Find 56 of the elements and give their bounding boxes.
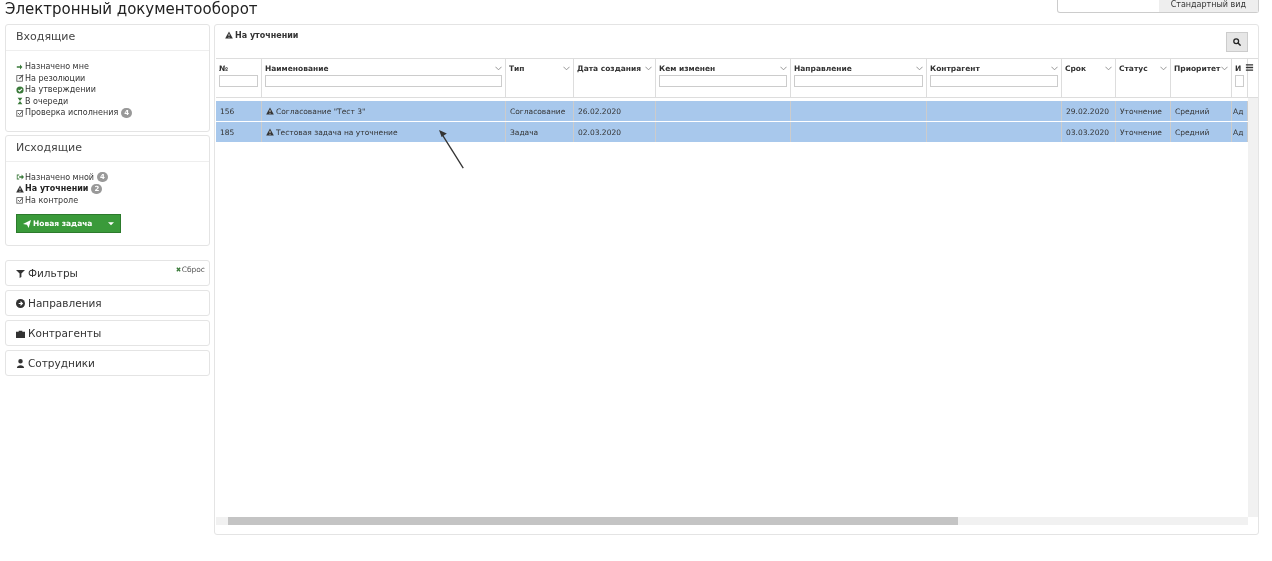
filter-field[interactable] (794, 75, 923, 87)
collapsible-panel[interactable]: Направления (5, 290, 210, 316)
menu-icon[interactable] (1245, 63, 1254, 72)
item-icon (16, 108, 24, 117)
sidebar-link[interactable]: В очереди (25, 96, 69, 106)
item-icon (16, 173, 24, 182)
filter-field[interactable] (265, 75, 502, 87)
item-icon (16, 62, 24, 71)
warning-icon (266, 107, 274, 115)
search-icon (1233, 38, 1241, 46)
standard-view-button[interactable]: Стандартный вид (1158, 0, 1258, 12)
sidebar-link[interactable]: Назначено мне (25, 62, 89, 72)
collapsible-panel[interactable]: Контрагенты (5, 320, 210, 346)
item-icon (16, 196, 24, 205)
warning-icon (225, 31, 233, 39)
sidebar-link[interactable]: На уточнении (25, 184, 89, 194)
chevron-icon[interactable] (563, 65, 570, 71)
chevron-icon[interactable] (916, 65, 923, 71)
item-icon (16, 74, 24, 83)
chevron-icon[interactable] (1105, 65, 1112, 71)
sidebar-link[interactable]: Проверка исполнения (25, 108, 119, 118)
horizontal-scrollbar[interactable] (216, 517, 1248, 525)
section-title: Входящие (16, 30, 76, 43)
arrow-drawing (439, 129, 465, 171)
warning-icon (266, 128, 274, 136)
view-selector[interactable]: Стандартный вид (1057, 0, 1259, 13)
sidebar-link[interactable]: На резолюции (25, 73, 86, 83)
panel-icon (16, 358, 25, 368)
item-icon (16, 184, 24, 193)
panel-icon (16, 298, 25, 308)
panel-icon (16, 268, 25, 278)
vertical-scrollbar[interactable] (1248, 98, 1258, 517)
caret-icon[interactable] (108, 221, 115, 226)
filter-field[interactable] (1235, 75, 1244, 87)
chevron-icon[interactable] (495, 65, 502, 71)
close-icon (175, 267, 181, 272)
sidebar-link[interactable]: На утверждении (25, 85, 96, 95)
filter-field[interactable] (659, 75, 787, 87)
chevron-icon[interactable] (1051, 65, 1058, 71)
filter-field[interactable] (930, 75, 1058, 87)
section-title: Исходящие (16, 140, 83, 154)
filter-field[interactable] (219, 75, 258, 87)
chevron-icon[interactable] (780, 65, 787, 71)
panel-icon (16, 328, 25, 338)
chevron-icon[interactable] (645, 65, 652, 71)
sidebar-link[interactable]: Назначено мной (25, 172, 94, 182)
chevron-icon[interactable] (1160, 65, 1167, 71)
chevron-icon[interactable] (1221, 65, 1228, 71)
item-icon (16, 85, 24, 94)
panel-title: На уточнении (235, 31, 299, 40)
search-button[interactable] (1226, 32, 1248, 52)
sidebar-link[interactable]: На контроле (25, 195, 79, 205)
item-icon (16, 97, 24, 106)
collapsible-panel[interactable]: Сотрудники (5, 350, 210, 376)
send-icon (23, 219, 31, 228)
page-title: Электронный документооборот (4, 0, 258, 20)
